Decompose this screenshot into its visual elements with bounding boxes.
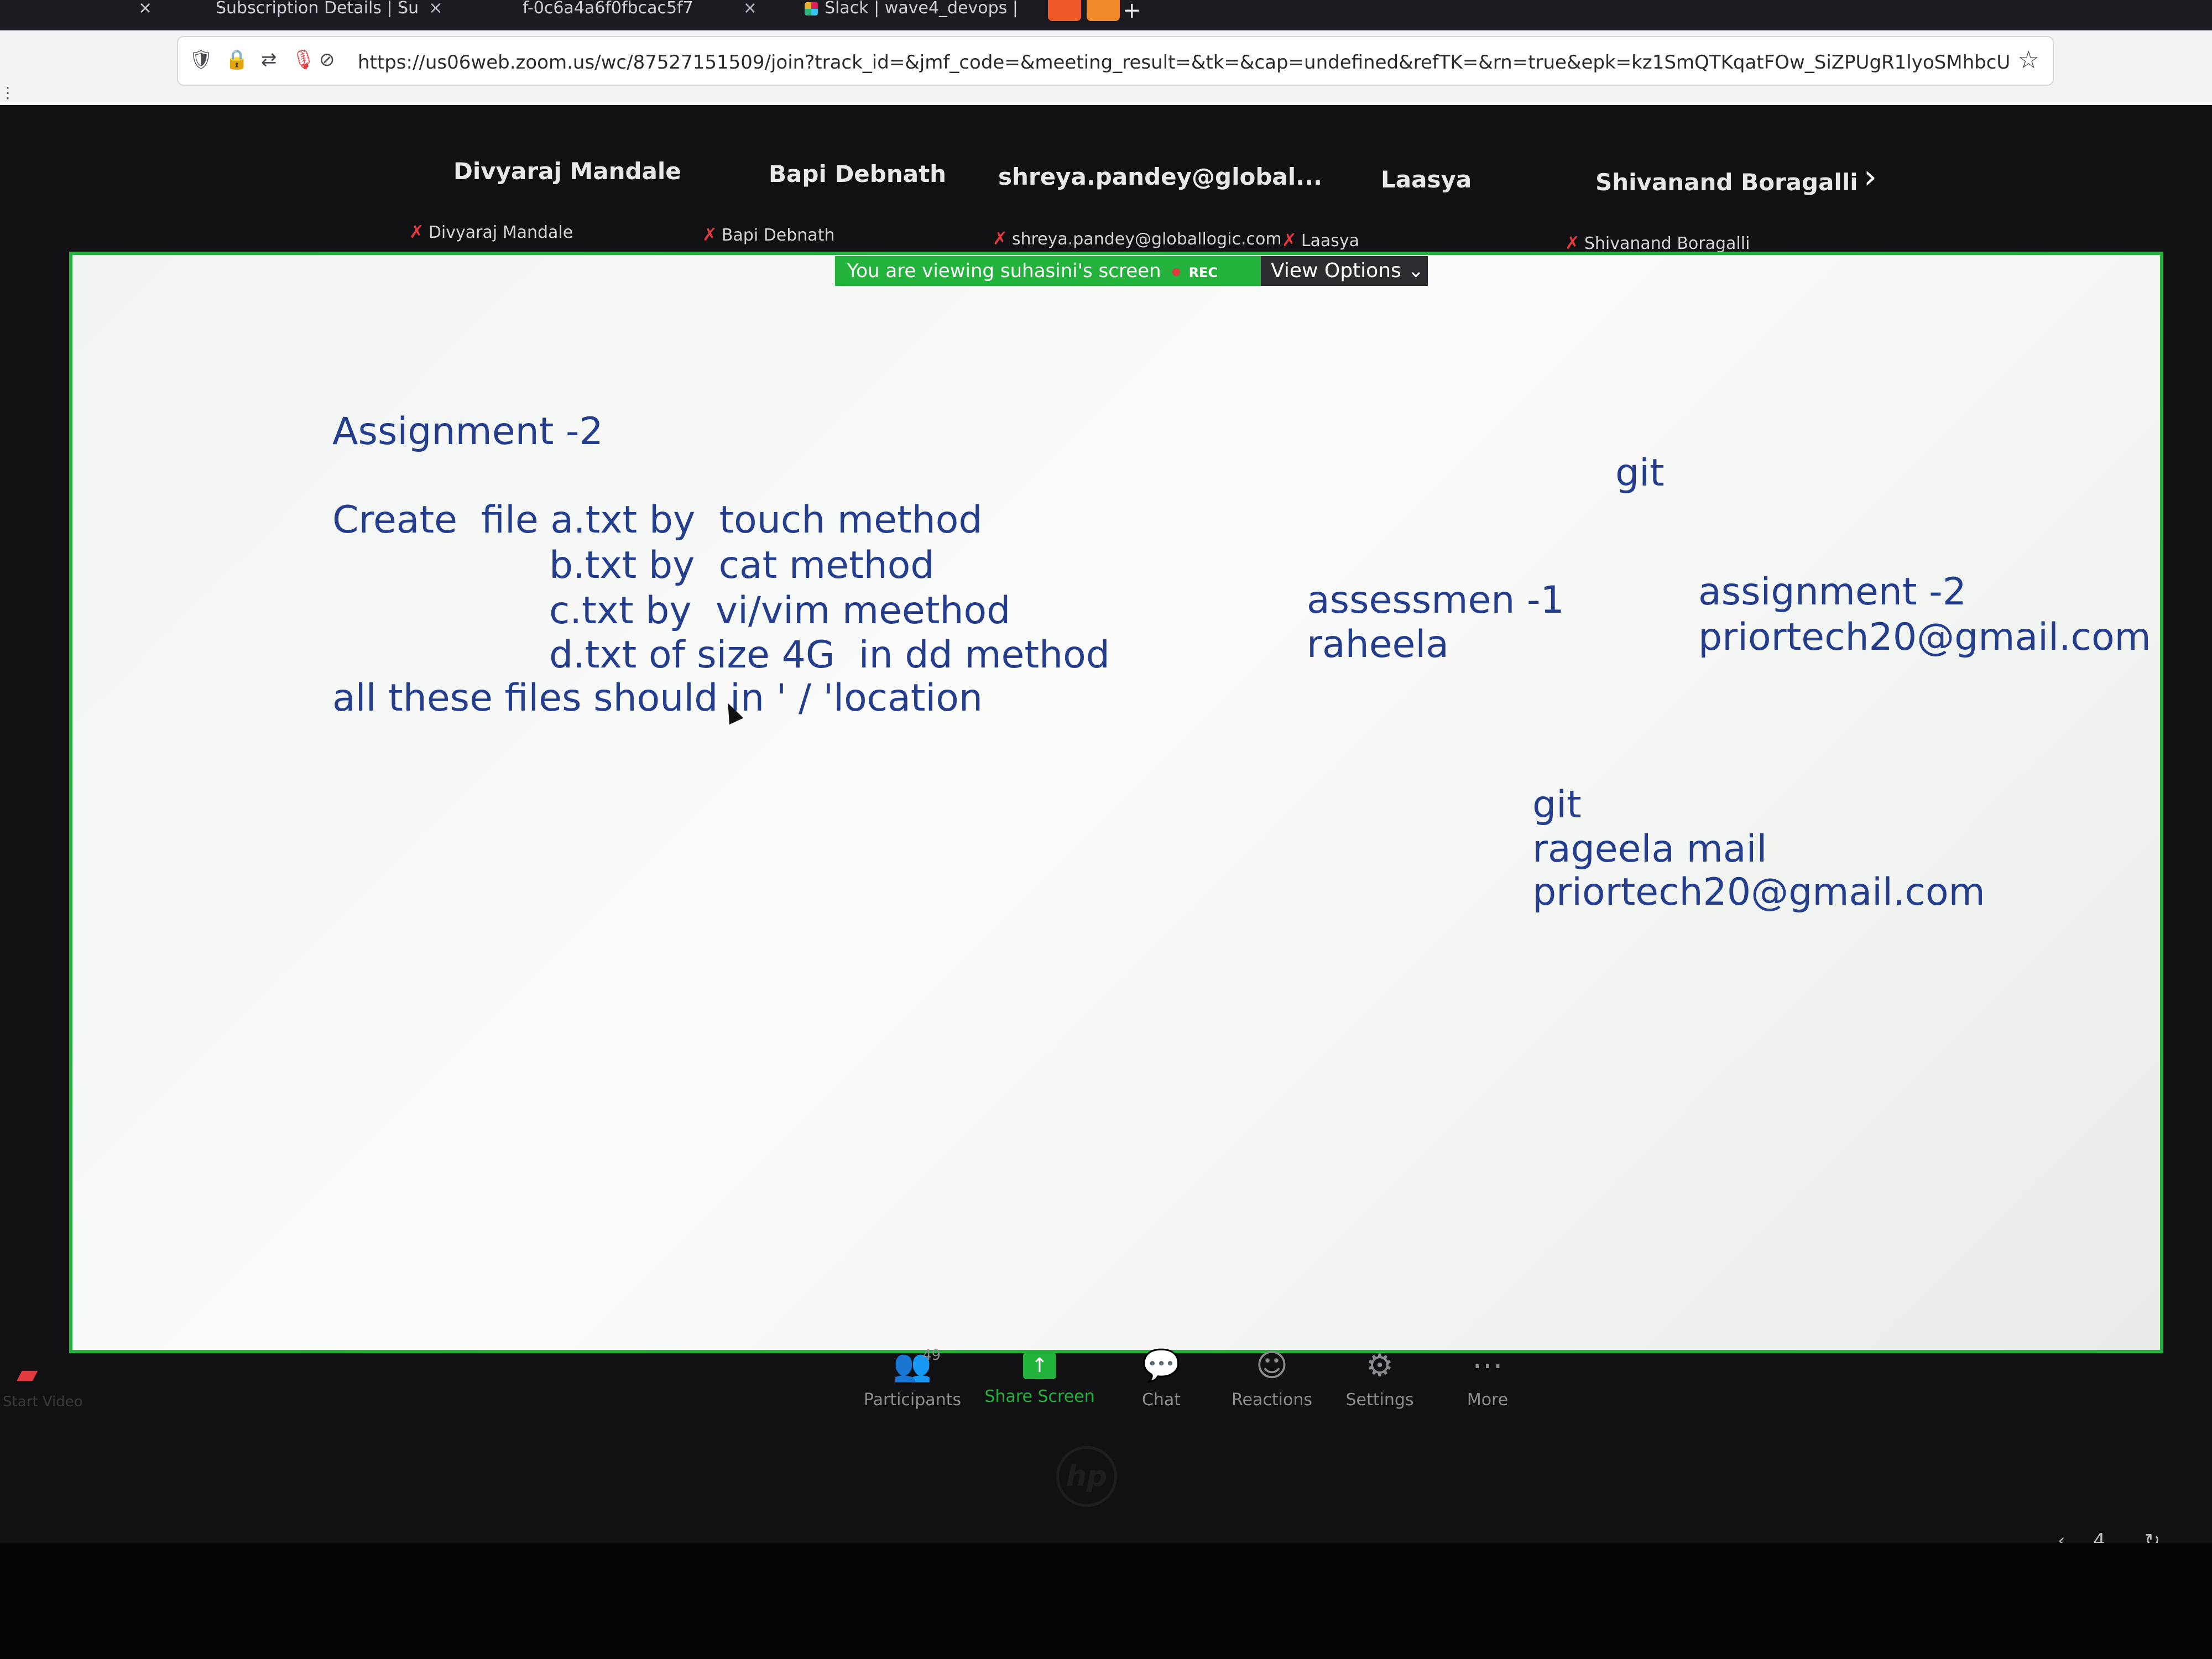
- shield-icon[interactable]: 🛡: [189, 50, 213, 69]
- participants-icon: 👥: [893, 1348, 932, 1384]
- reactions-button[interactable]: ☺ Reactions: [1211, 1349, 1333, 1410]
- participant-name: Bapi Debnath: [769, 160, 947, 187]
- tab-hash[interactable]: f-0c6a4a6f0fbcac5f7 ×: [523, 0, 782, 27]
- microphone-icon[interactable]: 🎙: [291, 50, 315, 69]
- slide-line: c.txt by vi/vim meethod: [549, 589, 1011, 633]
- viewing-screen-banner: You are viewing suhasini's screen REC: [835, 256, 1261, 286]
- tab-label: Slack | wave4_devops |: [825, 0, 1018, 18]
- slide-note: rageela mail: [1532, 827, 1767, 871]
- video-off-icon[interactable]: ▰: [17, 1358, 38, 1390]
- participant-label: ✗ Shivanand Boragalli: [1565, 232, 1750, 253]
- permissions-icon[interactable]: ⇄: [261, 50, 277, 69]
- start-video-label[interactable]: Start Video: [3, 1394, 83, 1410]
- participant-name: shreya.pandey@global...: [998, 163, 1322, 190]
- close-icon[interactable]: ×: [429, 0, 442, 18]
- slide-note: priortech20@gmail.com: [1698, 615, 2151, 659]
- rec-badge: REC: [1188, 265, 1218, 280]
- participant-label: ✗ Divyaraj Mandale: [409, 221, 573, 242]
- slide-note: assessmen -1: [1307, 578, 1564, 622]
- participant-label: ✗ Bapi Debnath: [702, 224, 835, 245]
- view-options-button[interactable]: View Options ⌄: [1261, 256, 1428, 286]
- new-tab-button[interactable]: +: [1123, 0, 1141, 23]
- slack-icon: [805, 2, 818, 15]
- chevron-right-icon[interactable]: ›: [1864, 160, 1877, 194]
- slide-line: all these files should in ' / 'location: [332, 676, 983, 720]
- hp-logo: hp: [1056, 1446, 1117, 1507]
- slide-note: priortech20@gmail.com: [1532, 870, 1985, 914]
- slide-line: d.txt of size 4G in dd method: [549, 633, 1110, 677]
- close-icon[interactable]: ×: [743, 0, 757, 18]
- tab-prev[interactable]: ×: [0, 0, 166, 27]
- muted-mic-icon: ✗: [993, 228, 1008, 249]
- slide-note: git: [1615, 451, 1665, 495]
- menu-dot-icon[interactable]: ⋮: [0, 84, 15, 102]
- camera-blocked-icon[interactable]: ⊘: [319, 50, 335, 69]
- laptop-bezel: [0, 1543, 2212, 1659]
- slide-line: Create file a.txt by touch method: [332, 498, 983, 542]
- lock-icon[interactable]: 🔒: [225, 50, 248, 69]
- url-bar[interactable]: 🛡 🔒 ⇄ 🎙 ⊘ https://us06web.zoom.us/wc/875…: [177, 36, 2054, 86]
- shared-screen: Assignment -2 Create file a.txt by touch…: [69, 252, 2163, 1552]
- muted-mic-icon: ✗: [702, 224, 717, 245]
- settings-button[interactable]: ⚙ Settings: [1319, 1349, 1441, 1410]
- tab-slack[interactable]: Slack | wave4_devops |: [805, 0, 1042, 27]
- participant-label: ✗ shreya.pandey@globallogic.com: [993, 228, 1282, 249]
- muted-mic-icon: ✗: [409, 221, 424, 242]
- browser-nav-bar: ⋮ 🛡 🔒 ⇄ 🎙 ⊘ https://us06web.zoom.us/wc/8…: [0, 30, 2212, 105]
- slide-line: b.txt by cat method: [549, 544, 935, 587]
- more-dots-icon: ⋯: [1472, 1348, 1503, 1384]
- slide-note: raheela: [1307, 623, 1449, 666]
- url-text[interactable]: https://us06web.zoom.us/wc/87527151509/j…: [358, 51, 2017, 74]
- muted-mic-icon: ✗: [1282, 229, 1297, 251]
- muted-mic-icon: ✗: [1565, 232, 1580, 253]
- slide-note: assignment -2: [1698, 570, 1966, 614]
- firefox-icon[interactable]: [1048, 0, 1081, 21]
- chat-icon: 💬: [1142, 1348, 1181, 1384]
- participant-strip: Divyaraj Mandale Bapi Debnath shreya.pan…: [0, 105, 2212, 253]
- participant-name: Divyaraj Mandale: [453, 158, 681, 185]
- share-up-arrow-icon: ↑: [1023, 1353, 1056, 1379]
- close-icon[interactable]: ×: [138, 0, 152, 18]
- chevron-down-icon: ⌄: [1407, 259, 1425, 282]
- reaction-smile-icon: ☺: [1255, 1348, 1288, 1384]
- bookmark-star-icon[interactable]: ☆: [2018, 48, 2039, 72]
- slide-title: Assignment -2: [332, 410, 603, 453]
- gear-icon: ⚙: [1365, 1348, 1394, 1384]
- more-button[interactable]: ⋯ More: [1427, 1349, 1548, 1410]
- tab-subscription-details[interactable]: Subscription Details | Su ×: [216, 0, 481, 27]
- tab-label: Subscription Details | Su: [216, 0, 419, 18]
- participant-count: 49: [922, 1347, 941, 1364]
- participant-label: ✗ Laasya: [1282, 229, 1360, 251]
- browser-tab-strip: × Subscription Details | Su × f-0c6a4a6f0…: [0, 0, 2212, 30]
- slide-note: git: [1532, 783, 1582, 827]
- extension-icon[interactable]: [1087, 0, 1120, 21]
- recording-dot-icon: [1172, 268, 1180, 276]
- share-screen-button[interactable]: ↑ Share Screen: [979, 1349, 1100, 1406]
- participant-name: Shivanand Boragalli: [1595, 169, 1858, 196]
- participants-button[interactable]: 👥 49 Participants: [852, 1347, 973, 1410]
- participant-name: Laasya: [1381, 166, 1472, 193]
- tab-label: f-0c6a4a6f0fbcac5f7: [523, 0, 693, 18]
- chat-button[interactable]: 💬 Chat: [1100, 1349, 1222, 1410]
